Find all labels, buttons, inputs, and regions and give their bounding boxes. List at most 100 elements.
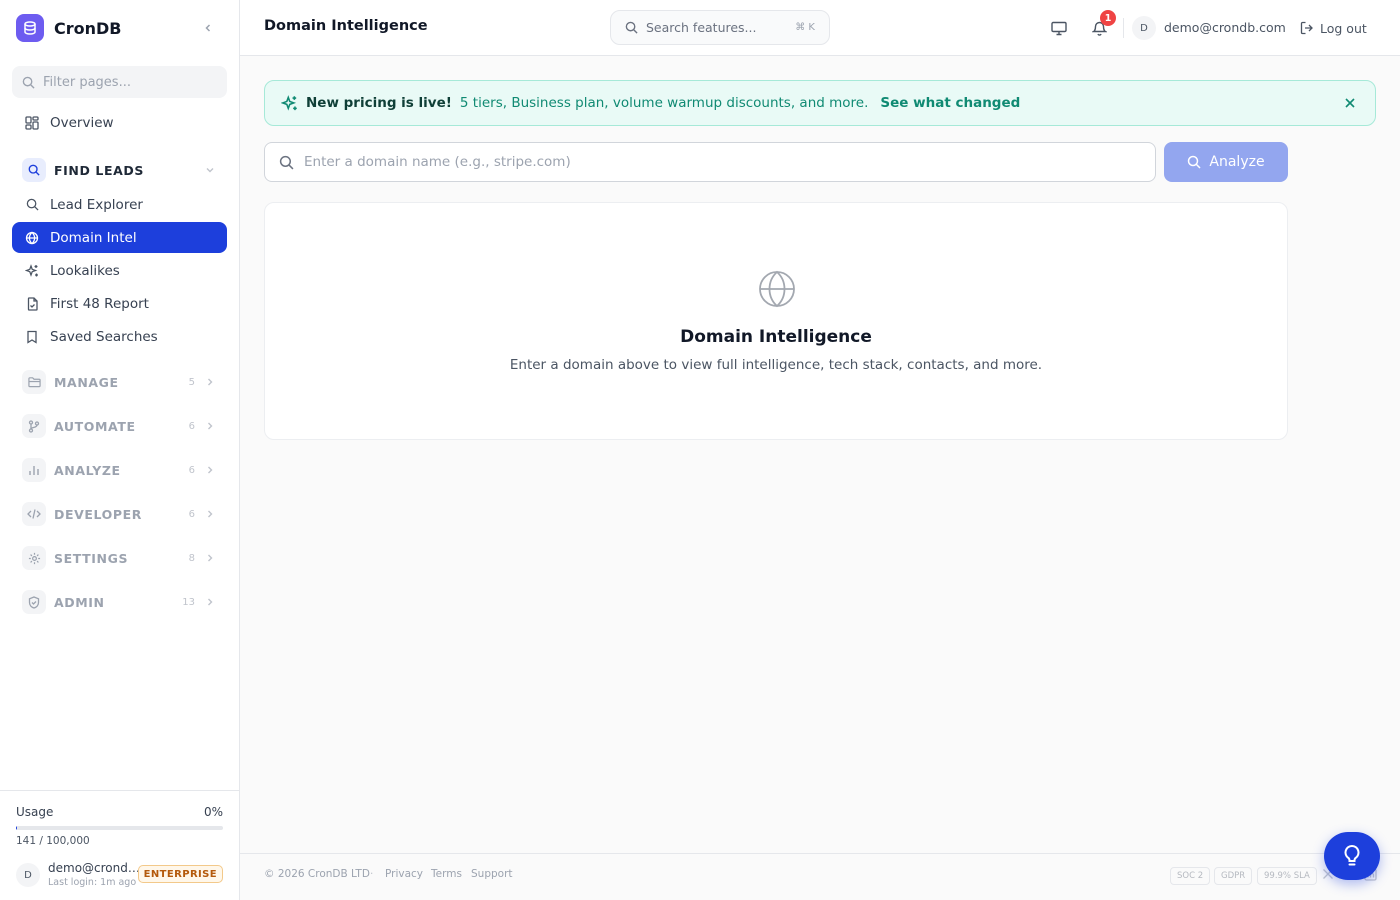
chevron-right-icon — [205, 553, 215, 563]
section-count: 6 — [188, 508, 195, 520]
sidebar: CronDB Overview FIND LEADS Lead Explorer — [0, 0, 240, 900]
chevron-left-icon[interactable] — [200, 20, 216, 36]
sidebar-item-label: Saved Searches — [50, 328, 158, 345]
close-icon[interactable] — [1343, 96, 1357, 110]
sidebar-item-label: Overview — [50, 114, 114, 131]
file-icon — [24, 296, 40, 312]
keyboard-shortcut: ⌘ K — [795, 22, 815, 33]
section-label: FIND LEADS — [54, 162, 144, 178]
chevron-right-icon — [205, 421, 215, 431]
chevron-right-icon — [205, 597, 215, 607]
lightbulb-icon — [1342, 844, 1362, 868]
notification-badge: 1 — [1100, 10, 1116, 26]
user-email: demo@crondb.com — [48, 861, 140, 875]
section-label: ANALYZE — [54, 462, 121, 478]
usage-percent: 0% — [203, 805, 223, 819]
sidebar-item-lead-explorer[interactable]: Lead Explorer — [12, 189, 227, 220]
analyze-label: Analyze — [1209, 154, 1265, 170]
feature-search[interactable]: Search features... ⌘ K — [610, 10, 830, 45]
shield-icon — [22, 590, 46, 614]
empty-state-card: Domain Intelligence Enter a domain above… — [264, 202, 1288, 440]
sidebar-item-label: First 48 Report — [50, 295, 149, 312]
section-label: SETTINGS — [54, 550, 129, 566]
folder-icon — [22, 370, 46, 394]
code-icon — [22, 502, 46, 526]
sidebar-item-domain-intel[interactable]: Domain Intel — [12, 222, 227, 253]
section-manage[interactable]: MANAGE 5 — [12, 366, 227, 398]
section-count: 13 — [182, 596, 195, 608]
search-icon — [22, 76, 35, 89]
empty-state-subtitle: Enter a domain above to view full intell… — [509, 357, 1043, 373]
sidebar-item-overview[interactable]: Overview — [12, 107, 227, 138]
section-label: AUTOMATE — [54, 418, 136, 434]
filter-pages[interactable] — [12, 66, 227, 98]
separator: · — [370, 868, 374, 880]
avatar: D — [16, 863, 40, 887]
pricing-banner: New pricing is live! 5 tiers, Business p… — [264, 80, 1376, 126]
sidebar-item-label: Lookalikes — [50, 262, 120, 279]
search-icon — [1187, 155, 1201, 169]
chevron-right-icon — [205, 377, 215, 387]
sidebar-item-saved-searches[interactable]: Saved Searches — [12, 321, 227, 352]
section-find-leads[interactable]: FIND LEADS — [12, 154, 227, 186]
page-title: Domain Intelligence — [264, 18, 428, 34]
brand-name: CronDB — [54, 18, 122, 38]
grid-icon — [24, 115, 40, 131]
soc2-badge: SOC 2 — [1170, 867, 1211, 885]
globe-icon — [24, 230, 40, 246]
bookmark-icon — [24, 329, 40, 345]
banner-link[interactable]: See what changed — [880, 95, 1020, 111]
top-header: Domain Intelligence Search features... ⌘… — [240, 0, 1400, 56]
sidebar-item-first-48-report[interactable]: First 48 Report — [12, 288, 227, 319]
empty-state-title: Domain Intelligence — [680, 327, 872, 347]
section-count: 6 — [188, 420, 195, 432]
section-label: MANAGE — [54, 374, 119, 390]
support-link[interactable]: Support — [471, 868, 513, 880]
banner-title: New pricing is live! — [306, 95, 452, 111]
chevron-down-icon — [205, 165, 215, 175]
chevron-right-icon — [205, 465, 215, 475]
domain-input[interactable] — [304, 154, 1124, 170]
chevron-right-icon — [205, 509, 215, 519]
copyright: © 2026 CronDB LTD — [264, 868, 370, 880]
domain-search[interactable] — [264, 142, 1156, 182]
section-automate[interactable]: AUTOMATE 6 — [12, 410, 227, 442]
analyze-button[interactable]: Analyze — [1164, 142, 1288, 182]
filter-pages-input[interactable] — [43, 74, 213, 90]
sidebar-item-label: Domain Intel — [50, 229, 137, 246]
sidebar-item-lookalikes[interactable]: Lookalikes — [12, 255, 227, 286]
sidebar-item-label: Lead Explorer — [50, 196, 143, 213]
sidebar-user[interactable]: D demo@crondb.com Last login: 1m ago ENT… — [16, 861, 223, 889]
search-icon — [279, 155, 294, 170]
section-admin[interactable]: ADMIN 13 — [12, 586, 227, 618]
help-button[interactable] — [1324, 832, 1380, 880]
terms-link[interactable]: Terms — [431, 868, 462, 880]
branch-icon — [22, 414, 46, 438]
section-count: 6 — [188, 464, 195, 476]
sla-badge: 99.9% SLA — [1257, 867, 1317, 885]
gdpr-badge: GDPR — [1214, 867, 1253, 885]
section-analyze[interactable]: ANALYZE 6 — [12, 454, 227, 486]
header-user-email[interactable]: demo@crondb.com — [1164, 20, 1286, 35]
footer: © 2026 CronDB LTD · Privacy Terms Suppor… — [240, 853, 1400, 900]
privacy-link[interactable]: Privacy — [385, 868, 423, 880]
monitor-icon[interactable] — [1049, 18, 1069, 38]
usage-count: 141 / 100,000 — [16, 835, 90, 847]
avatar[interactable]: D — [1132, 16, 1156, 40]
search-icon — [24, 197, 40, 213]
globe-icon — [757, 269, 797, 309]
sparkle-icon — [24, 263, 40, 279]
divider — [1123, 18, 1124, 38]
brand[interactable]: CronDB — [16, 14, 224, 42]
usage-panel: Usage 0% 141 / 100,000 D demo@crondb.com… — [0, 790, 239, 900]
logout-icon — [1300, 21, 1314, 35]
section-settings[interactable]: SETTINGS 8 — [12, 542, 227, 574]
section-developer[interactable]: DEVELOPER 6 — [12, 498, 227, 530]
plan-badge: ENTERPRISE — [137, 865, 223, 883]
section-label: ADMIN — [54, 594, 105, 610]
section-label: DEVELOPER — [54, 506, 142, 522]
usage-label: Usage — [16, 805, 54, 819]
logout-button[interactable]: Log out — [1300, 18, 1367, 38]
search-placeholder: Search features... — [646, 20, 757, 35]
section-count: 8 — [188, 552, 195, 564]
